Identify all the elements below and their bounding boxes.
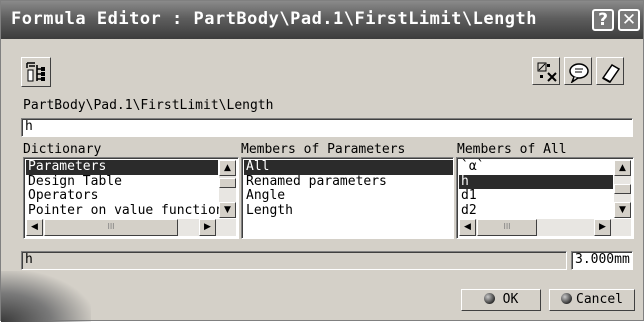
comment-icon: [569, 63, 589, 83]
formula-tree-icon: [26, 62, 45, 82]
scroll-left-button[interactable]: ◀: [459, 219, 476, 236]
formula-editor-dialog: Formula Editor : PartBody\Pad.1\FirstLim…: [0, 0, 644, 322]
parameter-path: PartBody\Pad.1\FirstLimit\Length: [23, 98, 274, 113]
scroll-thumb[interactable]: [614, 184, 631, 194]
list-item[interactable]: Renamed parameters: [244, 174, 453, 190]
measure-button[interactable]: [532, 57, 560, 85]
list-item[interactable]: Angle: [244, 189, 453, 204]
scroll-thumb[interactable]: III: [44, 219, 178, 236]
dictionary-label: Dictionary: [23, 142, 102, 157]
scroll-up-button[interactable]: ▲: [614, 160, 631, 176]
window-title: Formula Editor : PartBody\Pad.1\FirstLim…: [11, 9, 538, 29]
cancel-button[interactable]: Cancel: [549, 289, 635, 311]
members-of-all-list[interactable]: `α` h d1 d2 ▲ ▼ ◀ III ▶: [456, 157, 634, 239]
vertical-scrollbar[interactable]: ▲ ▼: [219, 160, 236, 218]
list-item[interactable]: All: [244, 160, 453, 175]
list-item[interactable]: Parameters: [26, 160, 218, 175]
list-item[interactable]: Design Table: [26, 174, 218, 190]
list-item[interactable]: Pointer on value function: [26, 203, 224, 219]
members-of-all-label: Members of All: [457, 142, 567, 157]
list-item[interactable]: Operators: [26, 189, 218, 204]
selected-parameter-field: h: [21, 251, 567, 270]
eraser-button[interactable]: [596, 57, 624, 85]
members-of-parameters-label: Members of Parameters: [241, 142, 406, 157]
decorative-shadow: [1, 271, 91, 322]
ok-label: OK: [502, 292, 519, 307]
help-button[interactable]: ?: [592, 9, 614, 31]
scroll-up-button[interactable]: ▲: [219, 160, 236, 176]
list-item[interactable]: Length: [244, 203, 453, 219]
list-item[interactable]: h: [459, 174, 613, 189]
scroll-down-button[interactable]: ▼: [614, 202, 631, 218]
scroll-right-button[interactable]: ▶: [594, 219, 611, 236]
list-item[interactable]: d2: [459, 203, 613, 219]
list-item[interactable]: `α`: [459, 160, 613, 175]
cancel-label: Cancel: [576, 292, 623, 307]
value-field[interactable]: 3.000mm: [571, 251, 633, 270]
scroll-right-button[interactable]: ▶: [199, 219, 216, 236]
scroll-left-button[interactable]: ◀: [26, 219, 43, 236]
close-button[interactable]: ✕: [618, 9, 640, 31]
formula-tree-button[interactable]: [21, 57, 51, 87]
cancel-bullet-icon: [561, 293, 573, 304]
dictionary-list[interactable]: Parameters Design Table Operators Pointe…: [23, 157, 239, 239]
measure-icon: [537, 62, 557, 82]
scroll-down-button[interactable]: ▼: [219, 202, 236, 218]
vertical-scrollbar[interactable]: ▲ ▼: [614, 160, 631, 218]
formula-input[interactable]: h: [21, 118, 633, 137]
scroll-thumb[interactable]: III: [477, 219, 537, 236]
horizontal-scrollbar[interactable]: ◀ III ▶: [26, 219, 236, 236]
list-item[interactable]: d1: [459, 189, 613, 204]
comment-button[interactable]: [564, 57, 592, 85]
ok-button[interactable]: OK: [461, 289, 541, 311]
ok-bullet-icon: [483, 293, 495, 304]
scroll-thumb[interactable]: [219, 178, 236, 188]
eraser-icon: [601, 64, 621, 83]
title-bar[interactable]: Formula Editor : PartBody\Pad.1\FirstLim…: [1, 1, 643, 39]
members-of-parameters-list[interactable]: All Renamed parameters Angle Length: [241, 157, 454, 239]
horizontal-scrollbar[interactable]: ◀ III ▶: [459, 219, 631, 236]
